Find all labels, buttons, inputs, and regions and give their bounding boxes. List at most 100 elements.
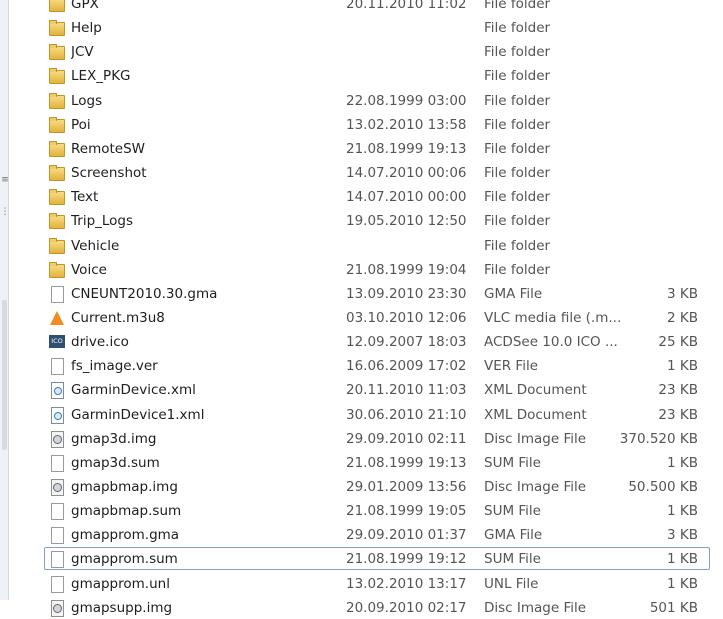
file-row[interactable]: gmapprom.gma 29.09.2010 01:37 GMA File 3 KB bbox=[44, 523, 710, 546]
file-date: 16.06.2009 17:02 bbox=[346, 358, 467, 375]
file-row[interactable]: gmapbmap.img 29.01.2009 13:56 Disc Image F… bbox=[44, 475, 710, 498]
doc-icon bbox=[48, 524, 66, 546]
file-size: 3 KB bbox=[667, 527, 698, 544]
file-date: 13.02.2010 13:17 bbox=[346, 575, 467, 592]
file-date: 20.09.2010 02:17 bbox=[346, 599, 467, 616]
file-date: 12.09.2007 18:03 bbox=[346, 334, 467, 351]
file-size: 1 KB bbox=[667, 358, 698, 375]
file-size bbox=[605, 162, 698, 184]
doc-icon bbox=[48, 573, 66, 595]
file-size: 501 KB bbox=[649, 599, 698, 616]
doc-icon bbox=[48, 283, 66, 305]
file-date: 14.07.2010 00:06 bbox=[346, 165, 467, 182]
file-row[interactable]: Current.m3u8 03.10.2010 12:06 VLC media fi… bbox=[44, 306, 710, 329]
file-date bbox=[346, 235, 476, 257]
file-row[interactable]: Screenshot 14.07.2010 00:06 File folder bbox=[44, 161, 710, 184]
file-row[interactable]: CNEUNT2010.30.gma 13.09.2010 23:30 GMA Fil… bbox=[44, 282, 710, 305]
file-name: Trip_Logs bbox=[71, 213, 134, 230]
file-name: gmapprom.gma bbox=[71, 527, 180, 544]
file-name: gmap3d.img bbox=[71, 430, 157, 447]
vlc-icon bbox=[48, 307, 66, 329]
file-size bbox=[605, 186, 698, 208]
file-name: fs_image.ver bbox=[71, 358, 158, 375]
file-name: Voice bbox=[71, 261, 107, 278]
folder-icon bbox=[48, 114, 66, 136]
file-size bbox=[605, 235, 698, 257]
file-row[interactable]: JCV File folder bbox=[44, 40, 710, 63]
file-size bbox=[605, 210, 698, 232]
file-row[interactable]: gmap3d.sum 21.08.1999 19:13 SUM File 1 KB bbox=[44, 451, 710, 474]
doc-icon bbox=[48, 548, 66, 570]
folder-icon bbox=[48, 17, 66, 39]
file-row[interactable]: RemoteSW 21.08.1999 19:13 File folder bbox=[44, 137, 710, 160]
file-size bbox=[605, 0, 698, 15]
file-date: 13.02.2010 13:58 bbox=[346, 116, 467, 133]
file-row[interactable]: Help File folder bbox=[44, 16, 710, 39]
file-name: Text bbox=[71, 189, 99, 206]
file-name: CNEUNT2010.30.gma bbox=[71, 285, 218, 302]
file-size: 50.500 KB bbox=[628, 479, 698, 495]
file-date: 30.06.2010 21:10 bbox=[346, 406, 467, 423]
folder-icon bbox=[48, 210, 66, 232]
file-name: Current.m3u8 bbox=[71, 309, 165, 326]
disc-icon bbox=[48, 476, 66, 498]
file-name: GPX bbox=[71, 0, 99, 12]
file-row[interactable]: GarminDevice.xml 20.11.2010 11:03 XML Docu… bbox=[44, 378, 710, 401]
disc-icon bbox=[48, 597, 66, 619]
file-name: gmapsupp.img bbox=[71, 599, 173, 616]
file-date bbox=[346, 17, 476, 39]
file-name: JCV bbox=[71, 44, 94, 61]
file-row[interactable]: LEX_PKG File folder bbox=[44, 64, 710, 87]
file-row[interactable]: gmapprom.sum 21.08.1999 19:12 SUM File 1 KB bbox=[44, 547, 710, 571]
file-size: 1 KB bbox=[667, 503, 698, 520]
folder-icon bbox=[48, 90, 66, 112]
file-row[interactable]: Vehicle File folder bbox=[44, 234, 710, 257]
file-row[interactable]: Trip_Logs 19.05.2010 12:50 File folder bbox=[44, 209, 710, 232]
folder-icon bbox=[48, 162, 66, 184]
file-date: 14.07.2010 00:00 bbox=[346, 189, 467, 206]
file-date: 21.08.1999 19:04 bbox=[346, 261, 467, 278]
file-size bbox=[605, 65, 698, 87]
file-row[interactable]: fs_image.ver 16.06.2009 17:02 VER File 1 KB bbox=[44, 354, 710, 377]
file-name: LEX_PKG bbox=[71, 68, 131, 85]
file-date: 21.08.1999 19:12 bbox=[346, 551, 467, 568]
file-name: Screenshot bbox=[71, 165, 147, 182]
file-size: 2 KB bbox=[667, 309, 698, 326]
file-size bbox=[605, 138, 698, 160]
file-row[interactable]: drive.ico12.09.2007 18:03ACDSee 10.0 ICO… bbox=[44, 330, 710, 353]
folder-icon bbox=[48, 259, 66, 281]
xml-icon bbox=[48, 404, 66, 426]
folder-icon bbox=[48, 235, 66, 257]
file-row[interactable]: gmap3d.img 29.09.2010 02:11 Disc Image Fil… bbox=[44, 427, 710, 450]
file-date: 29.09.2010 02:11 bbox=[346, 430, 467, 447]
file-row[interactable]: GPX 20.11.2010 11:02 File folder bbox=[44, 0, 710, 15]
doc-icon bbox=[48, 355, 66, 377]
file-name: Logs bbox=[71, 92, 103, 109]
file-row[interactable]: Poi 13.02.2010 13:58 File folder bbox=[44, 113, 710, 136]
folder-icon bbox=[48, 138, 66, 160]
file-row[interactable]: gmapsupp.img 20.09.2010 02:17 Disc Image F… bbox=[44, 596, 710, 619]
file-size: 1 KB bbox=[667, 575, 698, 592]
navigation-scrollbar-thumb[interactable] bbox=[2, 300, 7, 450]
file-name: Poi bbox=[71, 116, 91, 133]
file-size: 23 KB bbox=[658, 382, 698, 399]
file-date: 20.11.2010 11:03 bbox=[346, 382, 467, 399]
file-date bbox=[346, 65, 476, 87]
file-size bbox=[605, 259, 698, 281]
file-row[interactable]: Logs 22.08.1999 03:00 File folder bbox=[44, 89, 710, 112]
file-size: 25 KB bbox=[658, 334, 698, 351]
file-name: GarminDevice1.xml bbox=[71, 406, 205, 423]
file-row[interactable]: gmapprom.unl 13.02.2010 13:17 UNL File 1 KB bbox=[44, 572, 710, 595]
file-row[interactable]: gmapbmap.sum 21.08.1999 19:05 SUM File 1 KB bbox=[44, 499, 710, 522]
file-date: 29.01.2009 13:56 bbox=[346, 479, 467, 495]
file-size: 1 KB bbox=[667, 454, 698, 471]
file-row[interactable]: GarminDevice1.xml 30.06.2010 21:10 XML Doc… bbox=[44, 403, 710, 426]
folder-icon bbox=[48, 41, 66, 63]
folder-icon bbox=[48, 186, 66, 208]
ico-icon bbox=[48, 331, 66, 353]
file-date: 21.08.1999 19:13 bbox=[346, 140, 467, 157]
file-row[interactable]: Voice 21.08.1999 19:04 File folder bbox=[44, 258, 710, 281]
file-list[interactable]: GPX 20.11.2010 11:02 File folder Help File f… bbox=[8, 0, 723, 617]
file-name: RemoteSW bbox=[71, 140, 146, 157]
file-row[interactable]: Text 14.07.2010 00:00 File folder bbox=[44, 185, 710, 208]
